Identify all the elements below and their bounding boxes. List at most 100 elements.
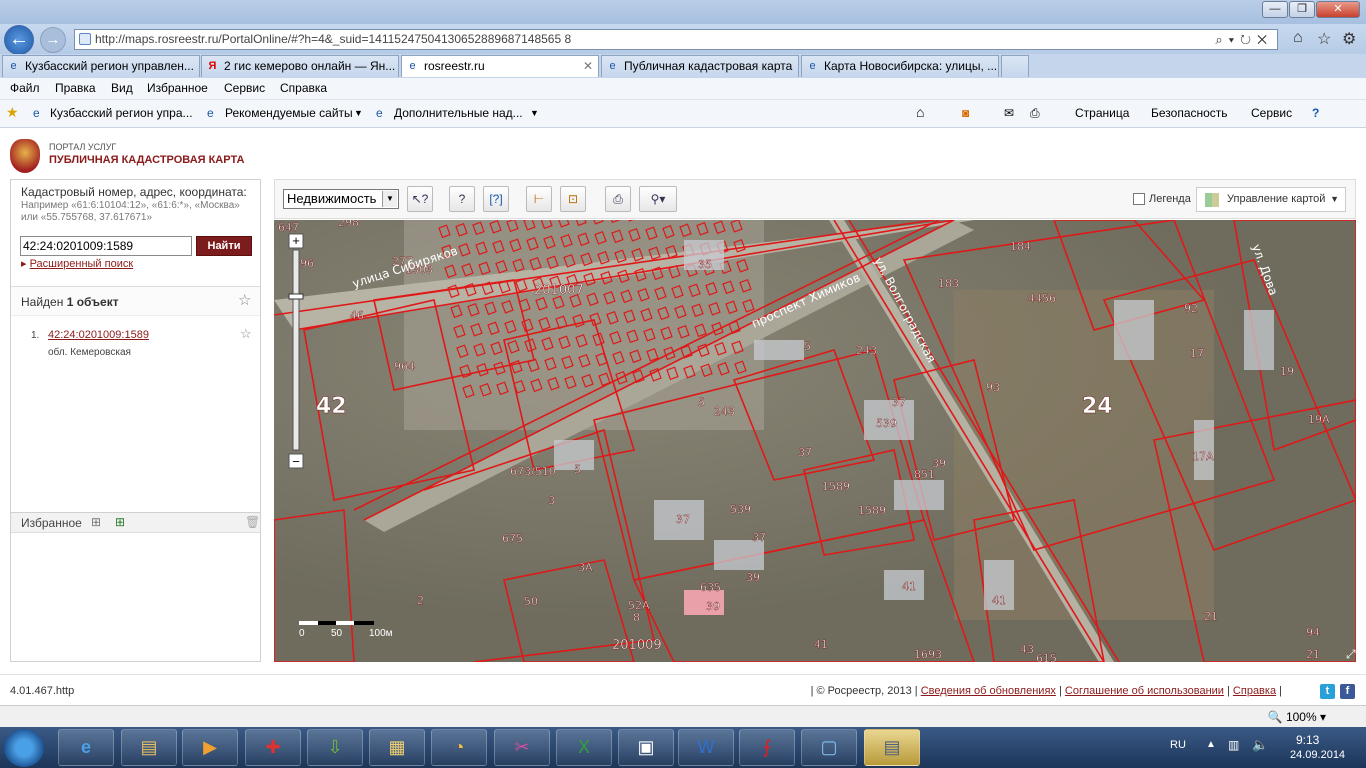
parcel-label[interactable]: 183 (938, 277, 959, 290)
dropdown-icon[interactable]: ▼ (354, 108, 363, 118)
map-control-dropdown[interactable]: Управление картой ▼ (1196, 187, 1346, 212)
twitter-icon[interactable]: t (1320, 684, 1335, 699)
parcel-label[interactable]: 39 (746, 571, 760, 584)
parcel-label[interactable]: 539 (876, 417, 897, 430)
menu-tools[interactable]: Сервис (224, 81, 265, 95)
parcel-label[interactable]: 243 (714, 405, 735, 418)
home-icon[interactable]: ⌂ (1293, 29, 1303, 47)
favorites-star-icon[interactable]: ☆ (1317, 29, 1331, 49)
tab-2gis[interactable]: Я 2 гис кемерово онлайн — Ян... (201, 55, 399, 77)
print-icon[interactable]: ⎙ (1030, 106, 1040, 121)
window-app-taskbar-icon[interactable]: ▣ (618, 729, 674, 766)
acrobat-taskbar-icon[interactable]: ⨍ (739, 729, 795, 766)
identify-tool-button[interactable]: ↖? (407, 186, 433, 212)
parcel-label[interactable]: 17А (1192, 450, 1214, 463)
word-taskbar-icon[interactable]: W (678, 729, 734, 766)
search-input[interactable] (20, 236, 192, 256)
map-canvas[interactable]: 298 96 277 1303 201007 46 964 42 35 5 243 5 243 37 539… (274, 220, 1356, 662)
parcel-label[interactable]: 39 (932, 457, 946, 470)
add-favorite-icon[interactable]: ⊞ (91, 515, 101, 529)
print-button[interactable]: ⎙ (605, 186, 631, 212)
app-green-taskbar-icon[interactable]: ⇩ (307, 729, 363, 766)
fav-item-addons[interactable]: Дополнительные над... (394, 106, 523, 120)
app-red-taskbar-icon[interactable]: ✚ (245, 729, 301, 766)
parcel-label[interactable]: 201009 (612, 638, 662, 653)
start-button[interactable] (4, 729, 44, 767)
parcel-label[interactable]: 673/510 (510, 465, 556, 478)
info-tool-button[interactable]: ? (449, 186, 475, 212)
fav-item-recommended[interactable]: Рекомендуемые сайты (225, 106, 353, 120)
link-button[interactable]: ⚲▾ (639, 186, 677, 212)
parcel-label[interactable]: 37 (892, 396, 906, 409)
facebook-icon[interactable]: f (1340, 684, 1355, 699)
parcel-label[interactable]: 42 (316, 394, 347, 419)
parcel-label[interactable]: 201007 (534, 283, 584, 298)
help-icon[interactable]: ? (1312, 106, 1319, 120)
new-tab-button[interactable] (1001, 55, 1029, 77)
parcel-label[interactable]: 94 (1306, 626, 1320, 639)
parcel-label[interactable]: 5 (698, 396, 705, 409)
star-icon[interactable]: ☆ (238, 291, 251, 309)
parcel-label[interactable]: 19 (1280, 365, 1294, 378)
legend-checkbox[interactable] (1133, 193, 1145, 205)
menu-favorites[interactable]: Избранное (147, 81, 208, 95)
parcel-label[interactable]: 41 (902, 580, 916, 593)
tab-kuzbass[interactable]: e Кузбасский регион управлен... (2, 55, 200, 77)
fav-item-kuzbass[interactable]: Кузбасский регион упра... (50, 106, 193, 120)
parcel-label[interactable]: 1589 (858, 504, 886, 517)
menu-safety[interactable]: Безопасность (1151, 106, 1228, 120)
parcel-label[interactable]: 675 (502, 532, 523, 545)
parcel-label[interactable]: 46 (350, 309, 364, 322)
parcel-label[interactable]: 92 (1184, 302, 1198, 315)
measure-length-button[interactable]: ⊢ (526, 186, 552, 212)
zoom-handle[interactable] (288, 293, 304, 300)
menu-edit[interactable]: Правка (55, 81, 96, 95)
refresh-icon[interactable]: ↻ (1240, 32, 1257, 47)
minimize-button[interactable]: — (1262, 1, 1288, 18)
menu-help[interactable]: Справка (280, 81, 327, 95)
portal-title[interactable]: ПУБЛИЧНАЯ КАДАСТРОВАЯ КАРТА (49, 154, 244, 166)
map-svg[interactable]: 29896 27713032010074696442355 243524337539… (274, 220, 1356, 662)
parcel-label[interactable]: 1589 (822, 480, 850, 493)
search-button[interactable]: Найти (196, 236, 252, 256)
updates-link[interactable]: Сведения об обновлениях (921, 685, 1056, 697)
clock-date[interactable]: 24.09.2014 (1290, 749, 1345, 761)
ie-taskbar-icon[interactable]: e (58, 729, 114, 766)
tab-rosreestr[interactable]: e rosreestr.ru ✕ (401, 55, 599, 77)
tab-novosibirsk[interactable]: e Карта Новосибирска: улицы, ... (801, 55, 999, 77)
parcel-label[interactable]: 184 (1010, 240, 1031, 253)
maximize-button[interactable]: ❐ (1289, 1, 1315, 18)
photo-viewer-taskbar-icon[interactable]: ▢ (801, 729, 857, 766)
parcel-label[interactable]: 615 (1036, 652, 1057, 662)
parcel-label[interactable]: 5 (574, 463, 581, 476)
star-icon[interactable]: ☆ (240, 326, 252, 342)
network-icon[interactable]: ▥ (1228, 738, 1239, 752)
measure-area-button[interactable]: ⊡ (560, 186, 586, 212)
parcel-label[interactable]: 24 (1082, 394, 1113, 419)
address-field[interactable]: http://maps.rosreestr.ru/PortalOnline/#?… (74, 29, 1278, 50)
parcel-label[interactable]: 93 (986, 381, 1000, 394)
dropdown-icon[interactable]: ▾ (1229, 32, 1240, 47)
parcel-label[interactable]: 41 (814, 638, 828, 651)
home-icon[interactable]: ⌂ (916, 104, 924, 120)
result-link[interactable]: 42:24:0201009:1589 (48, 329, 149, 341)
zoom-level[interactable]: 🔍 100% ▾ (1268, 710, 1326, 724)
parcel-label[interactable]: 21 (1306, 648, 1320, 661)
mail-icon[interactable]: ✉ (1004, 106, 1014, 120)
parcel-label[interactable]: 37 (752, 531, 766, 544)
favorites-star-icon[interactable]: ★ (6, 104, 19, 121)
tab-cadastral[interactable]: e Публичная кадастровая карта (601, 55, 799, 77)
parcel-label[interactable]: 37 (676, 513, 690, 526)
clock-app-taskbar-icon[interactable]: ◔ (431, 729, 487, 766)
clock-time[interactable]: 9:13 (1296, 733, 1319, 747)
parcel-label[interactable]: 3 (548, 494, 555, 507)
parcel-label[interactable]: 3А (578, 561, 593, 574)
menu-service[interactable]: Сервис (1251, 106, 1292, 120)
zoom-slider[interactable] (292, 249, 300, 451)
parcel-label[interactable]: 37 (798, 446, 812, 459)
volume-icon[interactable]: 🔈 (1252, 737, 1268, 753)
parcel-label[interactable]: 964 (394, 360, 415, 373)
parcel-label[interactable]: 4456 (1028, 292, 1056, 305)
rss-icon[interactable]: ◙ (962, 106, 969, 120)
image-app-taskbar-icon[interactable]: ▤ (864, 729, 920, 766)
